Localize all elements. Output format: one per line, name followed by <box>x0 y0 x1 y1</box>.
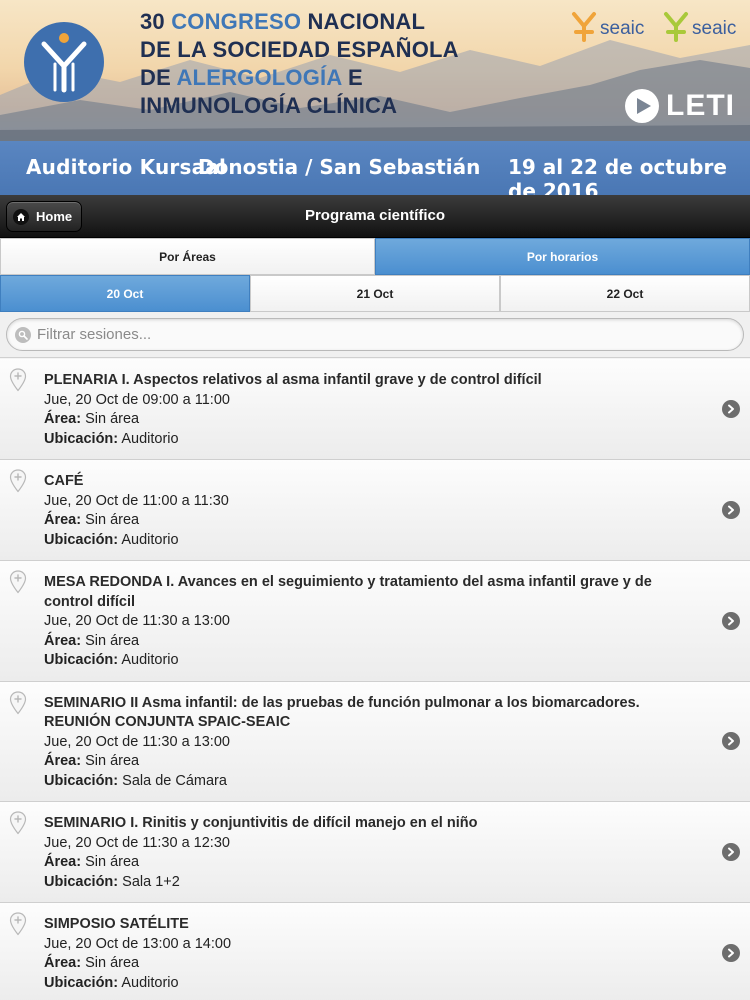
seaic-logo-green: seaic <box>662 10 736 42</box>
tab-day-22-oct[interactable]: 22 Oct <box>500 275 750 312</box>
session-location: Ubicación: Auditorio <box>44 430 179 447</box>
seaic-logo-orange: seaic <box>570 10 644 42</box>
session-time: Jue, 20 Oct de 09:00 a 11:00 <box>44 391 230 408</box>
session-time: Jue, 20 Oct de 11:30 a 12:30 <box>44 834 230 851</box>
location-pin-icon <box>9 368 27 392</box>
leti-play-icon <box>625 89 659 123</box>
view-mode-tabs: Por Áreas Por horarios <box>0 238 750 275</box>
tab-por-horarios[interactable]: Por horarios <box>375 238 750 275</box>
tab-day-21-oct[interactable]: 21 Oct <box>250 275 500 312</box>
chevron-right-icon[interactable] <box>722 611 740 630</box>
session-location: Ubicación: Auditorio <box>44 974 179 991</box>
session-title: CAFÉ <box>44 473 84 489</box>
tab-day-20-oct[interactable]: 20 Oct <box>0 275 250 312</box>
session-time: Jue, 20 Oct de 11:30 a 13:00 <box>44 613 230 629</box>
session-title: SIMPOSIO SATÉLITE <box>44 916 189 932</box>
location-pin-icon <box>9 570 27 594</box>
session-title: SEMINARIO I. Rinitis y conjuntivitis de … <box>44 815 478 831</box>
location-pin-icon <box>9 912 27 936</box>
chevron-right-icon[interactable] <box>722 843 740 861</box>
filter-bar <box>0 312 750 358</box>
congress-logo-icon <box>24 22 104 102</box>
page-title: Programa científico <box>304 207 446 224</box>
session-location: Ubicación: Sala 1+2 <box>44 873 180 890</box>
location-pin-icon <box>9 811 27 835</box>
location-pin-icon <box>9 469 27 493</box>
seaic-orange-icon <box>572 12 596 42</box>
session-title: SEMINARIO II Asma infantil: de las prueb… <box>44 694 640 731</box>
session-time: Jue, 20 Oct de 13:00 a 14:00 <box>44 935 232 952</box>
chevron-right-icon[interactable] <box>722 944 740 962</box>
chevron-right-icon[interactable] <box>722 501 740 519</box>
search-icon <box>15 326 31 343</box>
session-location: Ubicación: Auditorio <box>44 652 179 668</box>
session-item[interactable]: CAFÉ Jue, 20 Oct de 11:00 a 11:30 Área: … <box>0 460 750 561</box>
event-dates: 19 al 22 de octubre de 2016 <box>508 155 727 195</box>
session-area: Área: Sin área <box>44 854 140 870</box>
session-area: Área: Sin área <box>44 753 140 769</box>
session-time: Jue, 20 Oct de 11:30 a 13:00 <box>44 733 230 750</box>
chevron-right-icon[interactable] <box>722 732 740 751</box>
session-item[interactable]: SEMINARIO II Asma infantil: de las prueb… <box>0 681 750 802</box>
filter-sessions-input[interactable] <box>37 326 717 343</box>
session-title: PLENARIA I. Aspectos relativos al asma i… <box>44 372 542 388</box>
session-item[interactable]: SIMPOSIO SATÉLITE Jue, 20 Oct de 13:00 a… <box>0 903 750 1000</box>
session-area: Área: Sin área <box>44 955 140 971</box>
venue-bar: Auditorio Kursaal Donostia / San Sebasti… <box>0 141 750 195</box>
location-pin-icon <box>9 690 27 714</box>
session-item[interactable]: PLENARIA I. Aspectos relativos al asma i… <box>0 359 750 460</box>
seaic-green-icon <box>664 12 688 42</box>
session-location: Ubicación: Sala de Cámara <box>44 772 227 789</box>
session-title: MESA REDONDA I. Avances en el seguimient… <box>44 574 652 610</box>
chevron-right-icon[interactable] <box>722 400 740 418</box>
event-banner: 30 CONGRESO NACIONAL DE LA SOCIEDAD ESPA… <box>0 0 750 195</box>
filter-box <box>6 318 744 351</box>
venue-city: Donostia / San Sebastián <box>198 155 481 179</box>
session-item[interactable]: SEMINARIO I. Rinitis y conjuntivitis de … <box>0 802 750 903</box>
tab-por-areas[interactable]: Por Áreas <box>0 238 375 275</box>
session-area: Área: Sin área <box>44 512 140 528</box>
top-navbar: Home Programa científico <box>0 195 750 238</box>
leti-logo: LETI <box>624 88 735 124</box>
day-tabs: 20 Oct 21 Oct 22 Oct <box>0 275 750 312</box>
session-time: Jue, 20 Oct de 11:00 a 11:30 <box>44 492 229 509</box>
session-item[interactable]: MESA REDONDA I. Avances en el seguimient… <box>0 561 750 682</box>
session-area: Área: Sin área <box>44 411 140 427</box>
session-area: Área: Sin área <box>44 632 140 649</box>
congress-title: 30 CONGRESO NACIONAL DE LA SOCIEDAD ESPA… <box>140 9 459 118</box>
session-list: PLENARIA I. Aspectos relativos al asma i… <box>0 359 750 1000</box>
session-location: Ubicación: Auditorio <box>44 531 179 548</box>
venue-name: Auditorio Kursaal <box>26 155 227 179</box>
